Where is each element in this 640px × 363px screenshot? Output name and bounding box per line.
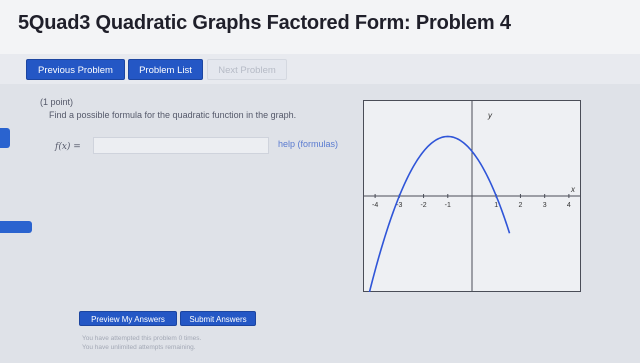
- x-tick-label: -2: [420, 202, 426, 209]
- attempts-count: You have attempted this problem 0 times.: [82, 335, 202, 342]
- x-tick-label: -4: [372, 202, 378, 209]
- attempts-info: You have attempted this problem 0 times.…: [82, 334, 201, 352]
- x-tick-label: 3: [543, 202, 547, 209]
- side-panel-tab[interactable]: [0, 128, 10, 148]
- previous-problem-button[interactable]: Previous Problem: [26, 59, 125, 80]
- problem-list-button[interactable]: Problem List: [128, 59, 203, 80]
- page-title: 5Quad3 Quadratic Graphs Factored Form: P…: [18, 12, 511, 34]
- x-tick-label: 2: [518, 202, 522, 209]
- problem-points: (1 point): [40, 97, 74, 107]
- graph-svg: -4 -3 -2 -1 1 2 3 4 x y: [362, 100, 581, 319]
- help-formulas-link[interactable]: help (formulas): [278, 139, 338, 149]
- x-tick-label: 4: [567, 202, 571, 209]
- preview-answers-button[interactable]: Preview My Answers: [79, 311, 177, 326]
- page-header: 5Quad3 Quadratic Graphs Factored Form: P…: [0, 0, 640, 54]
- problem-prompt: Find a possible formula for the quadrati…: [49, 110, 297, 120]
- side-panel-tab-2[interactable]: [0, 221, 32, 233]
- answer-input[interactable]: [93, 137, 269, 154]
- answer-label: f(x) =: [55, 142, 81, 152]
- next-problem-button: Next Problem: [207, 59, 287, 80]
- x-tick-label: 1: [494, 202, 498, 209]
- quadratic-graph: -4 -3 -2 -1 1 2 3 4 x y: [362, 100, 581, 319]
- attempts-remaining: You have unlimited attempts remaining.: [82, 344, 196, 351]
- submit-answers-button[interactable]: Submit Answers: [180, 311, 256, 326]
- x-tick-label: -1: [445, 202, 451, 209]
